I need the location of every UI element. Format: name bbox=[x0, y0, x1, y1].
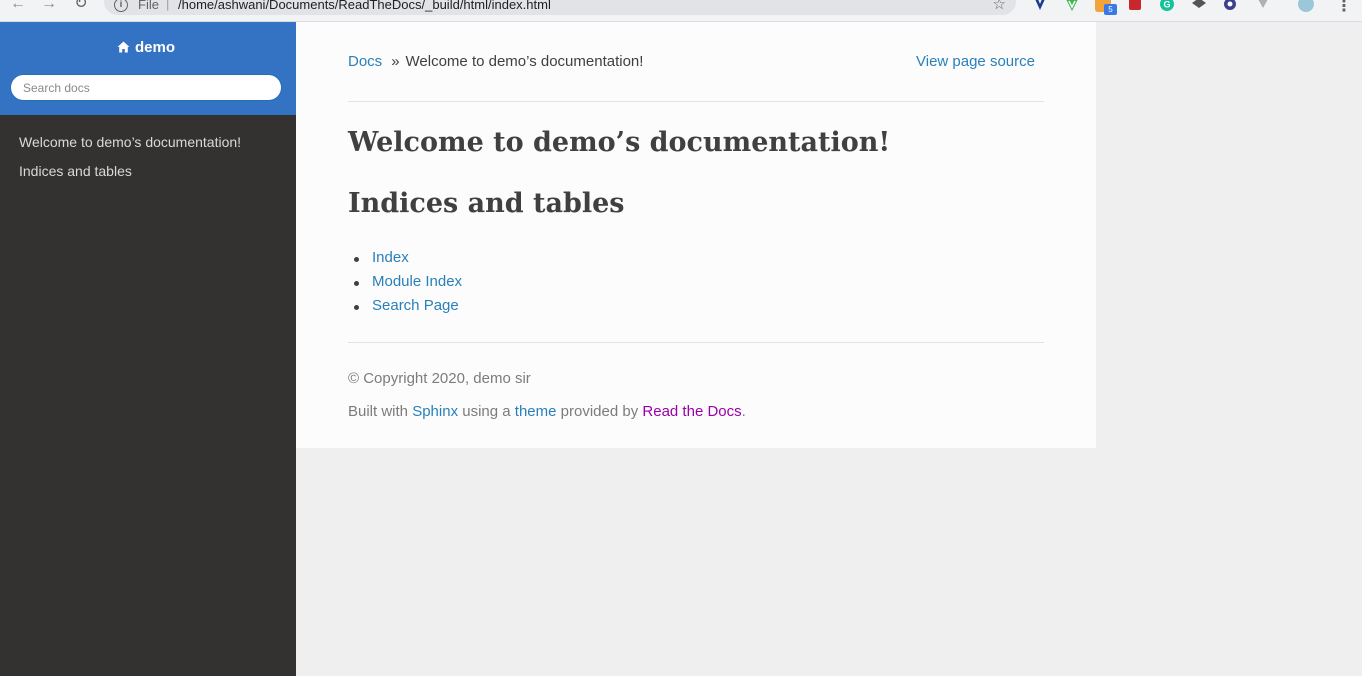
extension-badge: 5 bbox=[1104, 4, 1117, 15]
module-index-link[interactable]: Module Index bbox=[372, 273, 462, 290]
back-arrow-icon[interactable]: ← bbox=[7, 0, 29, 17]
extension-red-icon[interactable] bbox=[1127, 0, 1143, 12]
browser-menu-icon[interactable]: ⋮ bbox=[1336, 0, 1352, 16]
divider-footer bbox=[348, 342, 1044, 343]
profile-avatar-icon[interactable] bbox=[1298, 0, 1314, 12]
extension-layers-icon[interactable] bbox=[1191, 0, 1207, 12]
read-the-docs-link[interactable]: Read the Docs bbox=[642, 403, 741, 420]
home-icon bbox=[117, 41, 130, 53]
built-prefix: Built with bbox=[348, 403, 409, 420]
built-with-text: Built with Sphinx using a theme provided… bbox=[348, 403, 746, 420]
copyright-text: © Copyright 2020, demo sir bbox=[348, 370, 531, 387]
address-bar[interactable]: i File | /home/ashwani/Documents/ReadThe… bbox=[104, 0, 1016, 15]
breadcrumb-current: Welcome to demo’s documentation! bbox=[405, 53, 644, 70]
divider-top bbox=[348, 101, 1044, 102]
forward-arrow-icon[interactable]: → bbox=[38, 0, 60, 17]
sidebar: demo Welcome to demo’s documentation! In… bbox=[0, 22, 296, 676]
provided-by-text: provided by bbox=[560, 403, 639, 420]
browser-toolbar: ← → ↻ i File | /home/ashwani/Documents/R… bbox=[0, 0, 1362, 22]
main-content: Docs » Welcome to demo’s documentation! Vi… bbox=[296, 22, 1096, 448]
list-item: Search Page bbox=[354, 296, 462, 320]
indices-list: Index Module Index Search Page bbox=[354, 248, 462, 320]
extension-v-icon[interactable] bbox=[1064, 0, 1080, 12]
svg-text:G: G bbox=[1163, 0, 1170, 10]
sidebar-menu: Welcome to demo’s documentation! Indices… bbox=[19, 134, 241, 192]
info-icon[interactable]: i bbox=[114, 0, 128, 12]
sidebar-item-welcome[interactable]: Welcome to demo’s documentation! bbox=[19, 134, 241, 163]
sidebar-item-indices[interactable]: Indices and tables bbox=[19, 163, 241, 192]
using-a-text: using a bbox=[462, 403, 511, 420]
search-page-link[interactable]: Search Page bbox=[372, 297, 459, 314]
section-heading: Indices and tables bbox=[348, 188, 625, 219]
scheme-separator: | bbox=[166, 0, 170, 11]
extension-down-icon[interactable] bbox=[1255, 0, 1271, 12]
index-link[interactable]: Index bbox=[372, 249, 409, 266]
project-name: demo bbox=[134, 39, 175, 56]
search-input[interactable] bbox=[10, 74, 282, 101]
theme-link[interactable]: theme bbox=[515, 403, 557, 420]
reload-icon[interactable]: ↻ bbox=[70, 0, 92, 17]
breadcrumb-docs-link[interactable]: Docs bbox=[348, 53, 382, 70]
breadcrumb-separator: » bbox=[391, 53, 400, 70]
page-title: Welcome to demo’s documentation! bbox=[348, 127, 891, 158]
sidebar-header: demo bbox=[0, 22, 296, 115]
period: . bbox=[741, 403, 746, 420]
scheme-label: File bbox=[138, 0, 159, 12]
list-item: Module Index bbox=[354, 272, 462, 296]
project-home-link[interactable]: demo bbox=[0, 39, 292, 56]
view-page-source-link[interactable]: View page source bbox=[916, 53, 1035, 70]
extension-shield-icon[interactable] bbox=[1032, 0, 1048, 12]
url-text[interactable]: /home/ashwani/Documents/ReadTheDocs/_bui… bbox=[178, 0, 551, 12]
sphinx-link[interactable]: Sphinx bbox=[412, 403, 458, 420]
list-item: Index bbox=[354, 248, 462, 272]
bookmark-star-icon[interactable]: ☆ bbox=[993, 0, 1006, 13]
breadcrumb: Docs » Welcome to demo’s documentation! bbox=[348, 53, 643, 70]
extension-gear-icon[interactable] bbox=[1222, 0, 1238, 12]
grammarly-icon[interactable]: G bbox=[1159, 0, 1175, 12]
